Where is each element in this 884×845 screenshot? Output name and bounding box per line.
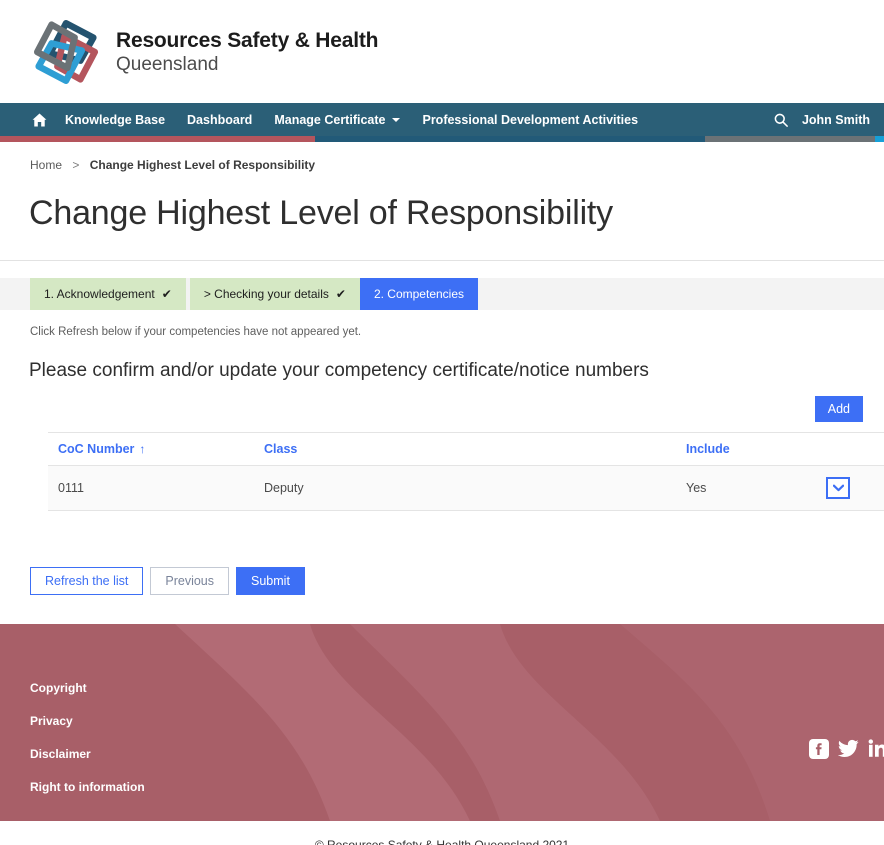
nav-item-label: Professional Development Activities (422, 112, 639, 127)
step-label: > Checking your details (203, 287, 329, 301)
rsq-diamond-logo-icon (30, 16, 102, 88)
step-acknowledgement[interactable]: 1. Acknowledgement ✔ (30, 278, 186, 310)
cell-include: Yes (686, 465, 826, 511)
footer-link-right-to-information[interactable]: Right to information (30, 780, 884, 794)
chevron-down-icon (832, 484, 844, 492)
copyright-text: © Resources Safety & Health Queensland 2… (314, 838, 570, 845)
cell-actions (826, 465, 884, 511)
brand-subtitle: Queensland (116, 53, 219, 75)
add-button[interactable]: Add (814, 396, 863, 422)
column-header-class[interactable]: Class (264, 432, 686, 466)
step-competencies[interactable]: 2. Competencies (359, 278, 478, 310)
home-icon[interactable] (32, 113, 47, 127)
section-heading: Please confirm and/or update your compet… (29, 360, 649, 381)
refresh-the-list-button[interactable]: Refresh the list (30, 567, 144, 595)
refresh-hint-text: Click Refresh below if your competencies… (30, 326, 362, 338)
breadcrumb-separator: > (72, 158, 80, 172)
nav-item-knowledge-base[interactable]: Knowledge Base (65, 113, 165, 127)
column-header-include[interactable]: Include (686, 432, 826, 466)
accent-segment-red (0, 136, 315, 142)
brand-title: Resources Safety & Health (116, 28, 379, 52)
footer-link-privacy[interactable]: Privacy (30, 714, 884, 728)
title-divider (0, 260, 884, 261)
table-body: 0111 Deputy Yes (48, 465, 884, 511)
nav-item-dashboard[interactable]: Dashboard (187, 113, 252, 127)
column-header-actions (826, 432, 884, 466)
previous-button[interactable]: Previous (150, 567, 230, 595)
table-row: 0111 Deputy Yes (48, 465, 884, 511)
linkedin-icon[interactable] (868, 739, 884, 759)
sort-ascending-icon: ↑ (139, 442, 146, 456)
facebook-icon[interactable] (809, 739, 829, 759)
nav-item-label: Knowledge Base (65, 112, 166, 127)
competency-table: CoC Number ↑ Class Include 0111 Deputy Ye… (48, 432, 884, 511)
nav-item-label: Manage Certificate (274, 112, 386, 127)
form-actions: Refresh the list Previous Submit (30, 567, 884, 595)
social-links (809, 739, 884, 759)
step-label: 1. Acknowledgement (44, 287, 155, 301)
table-header-row: CoC Number ↑ Class Include (48, 432, 884, 466)
footer-link-disclaimer[interactable]: Disclaimer (30, 747, 884, 761)
submit-button[interactable]: Submit (236, 567, 305, 595)
accent-stripe (0, 136, 884, 142)
site-footer: Copyright Privacy Disclaimer Right to in… (0, 624, 884, 821)
column-header-label: Class (264, 442, 298, 456)
nav-item-professional-development-activities[interactable]: Professional Development Activities (422, 113, 638, 127)
table-header: CoC Number ↑ Class Include (48, 432, 884, 466)
row-dropdown-button[interactable] (826, 477, 850, 499)
step-checking-your-details[interactable]: > Checking your details ✔ (189, 278, 360, 310)
search-icon[interactable] (774, 113, 788, 127)
step-progress-bar: 1. Acknowledgement ✔ > Checking your det… (0, 278, 884, 310)
accent-segment-cyan (875, 136, 884, 142)
footer-links: Copyright Privacy Disclaimer Right to in… (0, 624, 884, 794)
page-title: Change Highest Level of Responsibility (29, 194, 613, 232)
main-navigation: Knowledge Base Dashboard Manage Certific… (0, 103, 884, 136)
table-toolbar: Add (0, 382, 884, 422)
accent-segment-teal (315, 136, 705, 142)
step-label: 2. Competencies (373, 287, 464, 301)
user-menu[interactable]: John Smith (802, 113, 870, 127)
cell-class: Deputy (264, 465, 686, 511)
column-header-coc-number[interactable]: CoC Number ↑ (48, 432, 264, 466)
nav-links: Knowledge Base Dashboard Manage Certific… (32, 113, 660, 127)
nav-item-label: Dashboard (187, 112, 253, 127)
check-icon: ✔ (335, 287, 346, 301)
column-header-label: Include (686, 442, 730, 456)
main-content: Home > Change Highest Level of Responsib… (0, 142, 884, 595)
chevron-down-icon (392, 117, 401, 122)
brand-wordmark: Resources Safety & Health Queensland (116, 30, 378, 74)
brand-header: Resources Safety & Health Queensland (0, 0, 884, 103)
nav-user-area: John Smith (774, 113, 870, 127)
breadcrumb-item-current: Change Highest Level of Responsibility (89, 158, 316, 172)
nav-item-manage-certificate[interactable]: Manage Certificate (274, 112, 401, 127)
cell-coc-number: 0111 (48, 465, 264, 511)
accent-segment-gray (705, 136, 875, 142)
check-icon: ✔ (161, 287, 172, 301)
column-header-label: CoC Number (58, 442, 135, 456)
twitter-icon[interactable] (838, 739, 859, 759)
breadcrumb-item-home[interactable]: Home (30, 158, 62, 172)
competency-table-block: Add CoC Number ↑ Class Include 0111 Depu… (0, 382, 884, 511)
footer-link-copyright[interactable]: Copyright (30, 681, 884, 695)
breadcrumb: Home > Change Highest Level of Responsib… (0, 142, 884, 172)
